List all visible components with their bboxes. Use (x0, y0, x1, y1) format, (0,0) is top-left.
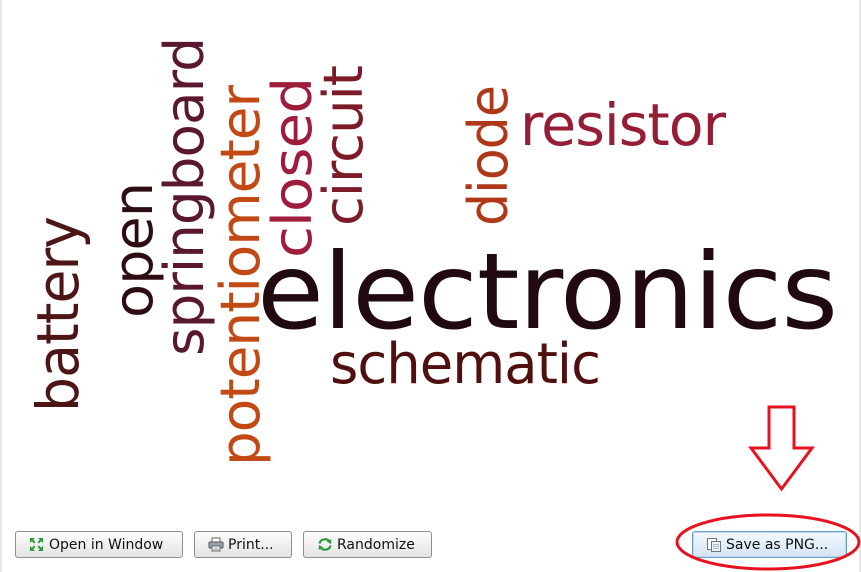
open-in-window-label: Open in Window (49, 536, 164, 553)
word-open: open (102, 183, 165, 318)
save-as-png-label: Save as PNG... (726, 536, 829, 553)
randomize-button[interactable]: Randomize (303, 531, 432, 558)
save-document-icon (705, 537, 722, 552)
word-diode: diode (457, 86, 520, 226)
word-cloud: electronics schematic resistor diode cir… (0, 0, 861, 520)
word-potentiometer: potentiometer (209, 84, 272, 466)
print-label: Print... (228, 536, 274, 553)
word-schematic: schematic (330, 332, 600, 397)
word-resistor: resistor (520, 91, 726, 159)
word-battery: battery (24, 217, 92, 412)
word-cloud-canvas: electronics schematic resistor diode cir… (24, 38, 838, 466)
printer-icon (207, 537, 224, 552)
expand-arrows-icon (28, 537, 45, 552)
save-as-png-button[interactable]: Save as PNG... (692, 531, 847, 558)
randomize-label: Randomize (337, 536, 415, 553)
open-in-window-button[interactable]: Open in Window (15, 531, 183, 558)
refresh-icon (316, 537, 333, 552)
print-button[interactable]: Print... (194, 531, 292, 558)
